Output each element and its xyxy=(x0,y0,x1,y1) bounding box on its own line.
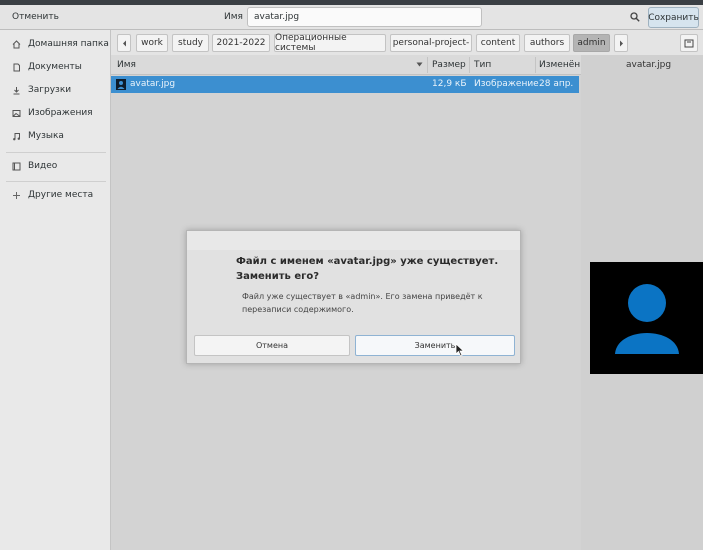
home-icon xyxy=(12,39,21,49)
breadcrumb-admin[interactable]: admin xyxy=(573,34,610,52)
chevron-left-icon xyxy=(122,40,126,46)
breadcrumb-label: study xyxy=(178,38,203,48)
breadcrumb-content[interactable]: content xyxy=(476,34,520,52)
preview-pane: avatar.jpg xyxy=(581,55,703,550)
image-file-icon xyxy=(116,79,126,90)
breadcrumb-label: authors xyxy=(529,38,565,48)
breadcrumb-2021-2022[interactable]: 2021-2022 xyxy=(212,34,270,52)
sidebar-item-label: Видео xyxy=(28,161,58,171)
dialog-message: Файл уже существует в «admin». Его замен… xyxy=(242,292,483,314)
breadcrumb-study[interactable]: study xyxy=(172,34,209,52)
breadcrumb-operating-systems[interactable]: Операционные системы xyxy=(274,33,386,53)
sidebar-item-images[interactable]: Изображения xyxy=(0,103,110,123)
breadcrumb-label: content xyxy=(480,38,516,48)
search-icon xyxy=(630,12,640,22)
sidebar-item-other-locations[interactable]: Другие места xyxy=(0,185,110,205)
new-folder-button[interactable] xyxy=(680,34,698,52)
sort-descending-icon xyxy=(416,62,423,67)
column-name[interactable]: Имя xyxy=(117,60,136,70)
download-icon xyxy=(12,86,21,95)
sidebar-item-label: Домашняя папка xyxy=(28,39,109,49)
user-avatar-icon xyxy=(615,284,679,354)
breadcrumb-work[interactable]: work xyxy=(136,34,168,52)
file-type: Изображение xyxy=(474,79,539,89)
dialog-replace-button[interactable]: Заменить xyxy=(355,335,515,356)
column-divider xyxy=(427,57,428,73)
sidebar-item-documents[interactable]: Документы xyxy=(0,57,110,77)
mouse-cursor-icon xyxy=(455,343,465,357)
places-sidebar: Домашняя папка Документы Загрузки Изобра… xyxy=(0,30,111,550)
header-bar: Отменить Имя avatar.jpg Сохранить xyxy=(0,5,703,30)
breadcrumb-label: work xyxy=(141,38,163,48)
path-scroll-right-button[interactable] xyxy=(614,34,628,52)
cancel-button[interactable]: Отменить xyxy=(6,8,65,26)
sidebar-item-label: Документы xyxy=(28,62,82,72)
sidebar-item-video[interactable]: Видео xyxy=(0,156,110,176)
sidebar-item-label: Другие места xyxy=(28,190,94,200)
breadcrumb-label: Операционные системы xyxy=(275,33,347,53)
music-icon xyxy=(12,132,21,141)
new-folder-icon xyxy=(684,39,694,48)
sidebar-divider xyxy=(6,152,106,153)
breadcrumb-label: personal-project- xyxy=(392,38,470,48)
column-size[interactable]: Размер xyxy=(432,60,466,70)
file-name: avatar.jpg xyxy=(130,79,176,89)
chevron-right-icon xyxy=(619,40,623,46)
table-row[interactable]: avatar.jpg 12,9 кБ Изображение 28 апр. xyxy=(111,76,579,93)
name-label: Имя xyxy=(224,12,243,22)
dialog-cancel-label: Отмена xyxy=(255,341,289,350)
file-list-header: Имя Размер Тип Изменён xyxy=(111,55,581,75)
sidebar-item-downloads[interactable]: Загрузки xyxy=(0,80,110,100)
path-scroll-left-button[interactable] xyxy=(117,34,131,52)
save-button-label: Сохранить xyxy=(648,12,699,23)
sidebar-item-label: Музыка xyxy=(28,131,64,141)
dialog-title: Файл с именем «avatar.jpg» уже существуе… xyxy=(236,256,499,282)
sidebar-divider xyxy=(6,181,106,182)
breadcrumb-authors[interactable]: authors xyxy=(524,34,570,52)
breadcrumb-label: admin xyxy=(577,38,606,48)
breadcrumb-label: 2021-2022 xyxy=(216,38,266,48)
file-modified: 28 апр. xyxy=(539,79,574,89)
filename-input[interactable]: avatar.jpg xyxy=(247,7,482,27)
column-divider xyxy=(469,57,470,73)
column-modified[interactable]: Изменён xyxy=(539,60,580,70)
breadcrumb-personal-project[interactable]: personal-project- xyxy=(390,34,472,52)
sidebar-item-music[interactable]: Музыка xyxy=(0,126,110,146)
sidebar-item-label: Загрузки xyxy=(28,85,72,95)
dialog-header xyxy=(187,231,520,250)
preview-filename: avatar.jpg xyxy=(626,60,672,70)
path-bar: work study 2021-2022 Операционные систем… xyxy=(111,30,703,55)
dialog-replace-label: Заменить xyxy=(414,341,456,350)
dialog-cancel-button[interactable]: Отмена xyxy=(194,335,350,356)
column-divider xyxy=(535,57,536,73)
cancel-button-label: Отменить xyxy=(12,12,59,22)
avatar-preview-image xyxy=(590,262,703,374)
plus-icon xyxy=(12,191,21,200)
column-type[interactable]: Тип xyxy=(474,60,491,70)
image-icon xyxy=(12,109,21,118)
video-icon xyxy=(12,162,21,171)
document-icon xyxy=(12,63,21,72)
sidebar-item-home[interactable]: Домашняя папка xyxy=(0,34,110,54)
sidebar-item-label: Изображения xyxy=(28,108,93,118)
file-size: 12,9 кБ xyxy=(432,79,467,89)
save-button[interactable]: Сохранить xyxy=(648,7,699,28)
search-button[interactable] xyxy=(626,8,644,26)
replace-file-dialog: Файл с именем «avatar.jpg» уже существуе… xyxy=(186,230,521,364)
